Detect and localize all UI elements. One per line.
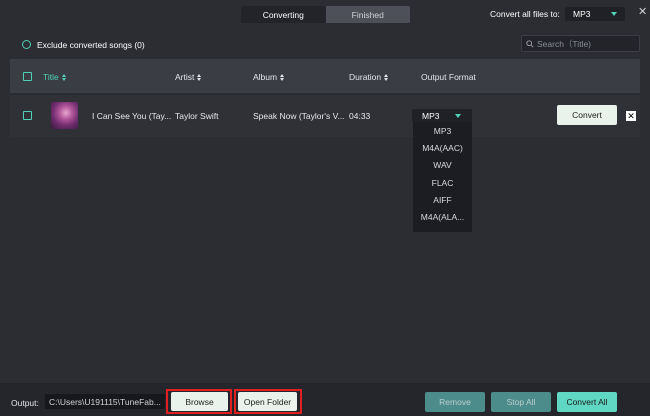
global-format-value: MP3: [573, 9, 591, 19]
header-title[interactable]: Title: [43, 72, 66, 82]
header-title-label: Title: [43, 72, 59, 82]
output-label: Output:: [11, 398, 39, 408]
exclude-converted-radio[interactable]: [22, 40, 31, 49]
format-dropdown-menu: MP3 M4A(AAC) WAV FLAC AIFF M4A(ALA...: [413, 122, 472, 232]
close-icon[interactable]: ✕: [638, 6, 648, 18]
select-all-checkbox[interactable]: [23, 72, 32, 81]
header-output-format: Output Format: [421, 72, 476, 82]
tab-bar: Converting Finished: [241, 6, 410, 23]
table-row: I Can See You (Tay... Taylor Swift Speak…: [10, 95, 640, 137]
search-icon: [526, 39, 534, 48]
row-format-value: MP3: [422, 110, 440, 121]
table-header: Title Artist Album Duration Output Forma…: [10, 59, 640, 93]
sort-icon: [197, 73, 202, 81]
header-duration[interactable]: Duration: [349, 72, 389, 82]
format-option-flac[interactable]: FLAC: [413, 174, 472, 191]
row-title: I Can See You (Tay...: [92, 111, 172, 121]
row-duration: 04:33: [349, 111, 371, 121]
search-input[interactable]: [537, 38, 637, 49]
tab-finished[interactable]: Finished: [325, 6, 410, 23]
row-checkbox[interactable]: [23, 111, 32, 120]
sort-icon: [280, 73, 285, 81]
output-path-field[interactable]: C:\Users\U191115\TuneFab...: [45, 394, 165, 409]
convert-all-button[interactable]: Convert All: [557, 392, 617, 412]
header-album-label: Album: [253, 72, 278, 82]
sort-icon: [61, 73, 66, 81]
format-option-mp3[interactable]: MP3: [413, 122, 472, 139]
remove-button[interactable]: Remove: [425, 392, 485, 412]
album-cover: [51, 102, 78, 129]
search-box[interactable]: [521, 35, 640, 52]
format-option-m4a-aac[interactable]: M4A(AAC): [413, 139, 472, 156]
header-duration-label: Duration: [349, 72, 382, 82]
open-folder-button[interactable]: Open Folder: [238, 392, 297, 411]
convert-all-label: Convert all files to:: [490, 9, 560, 19]
stop-all-button[interactable]: Stop All: [491, 392, 551, 412]
header-artist-label: Artist: [175, 72, 195, 82]
browse-button[interactable]: Browse: [171, 392, 228, 411]
row-artist: Taylor Swift: [175, 111, 219, 121]
row-format-select[interactable]: MP3: [412, 109, 472, 122]
chevron-down-icon: [455, 114, 461, 118]
format-option-wav[interactable]: WAV: [413, 157, 472, 174]
delete-row-icon[interactable]: ✕: [626, 111, 636, 121]
sort-icon: [384, 73, 389, 81]
header-album[interactable]: Album: [253, 72, 285, 82]
format-option-aiff[interactable]: AIFF: [413, 191, 472, 208]
header-artist[interactable]: Artist: [175, 72, 202, 82]
global-format-select[interactable]: MP3: [565, 7, 625, 21]
format-option-m4a-alac[interactable]: M4A(ALA...: [413, 208, 472, 225]
row-album: Speak Now (Taylor's V...: [253, 111, 345, 121]
convert-button[interactable]: Convert: [557, 105, 617, 125]
header-output-format-label: Output Format: [421, 72, 476, 82]
chevron-down-icon: [611, 12, 617, 16]
tab-converting[interactable]: Converting: [241, 6, 326, 23]
exclude-converted-label: Exclude converted songs (0): [37, 40, 145, 50]
